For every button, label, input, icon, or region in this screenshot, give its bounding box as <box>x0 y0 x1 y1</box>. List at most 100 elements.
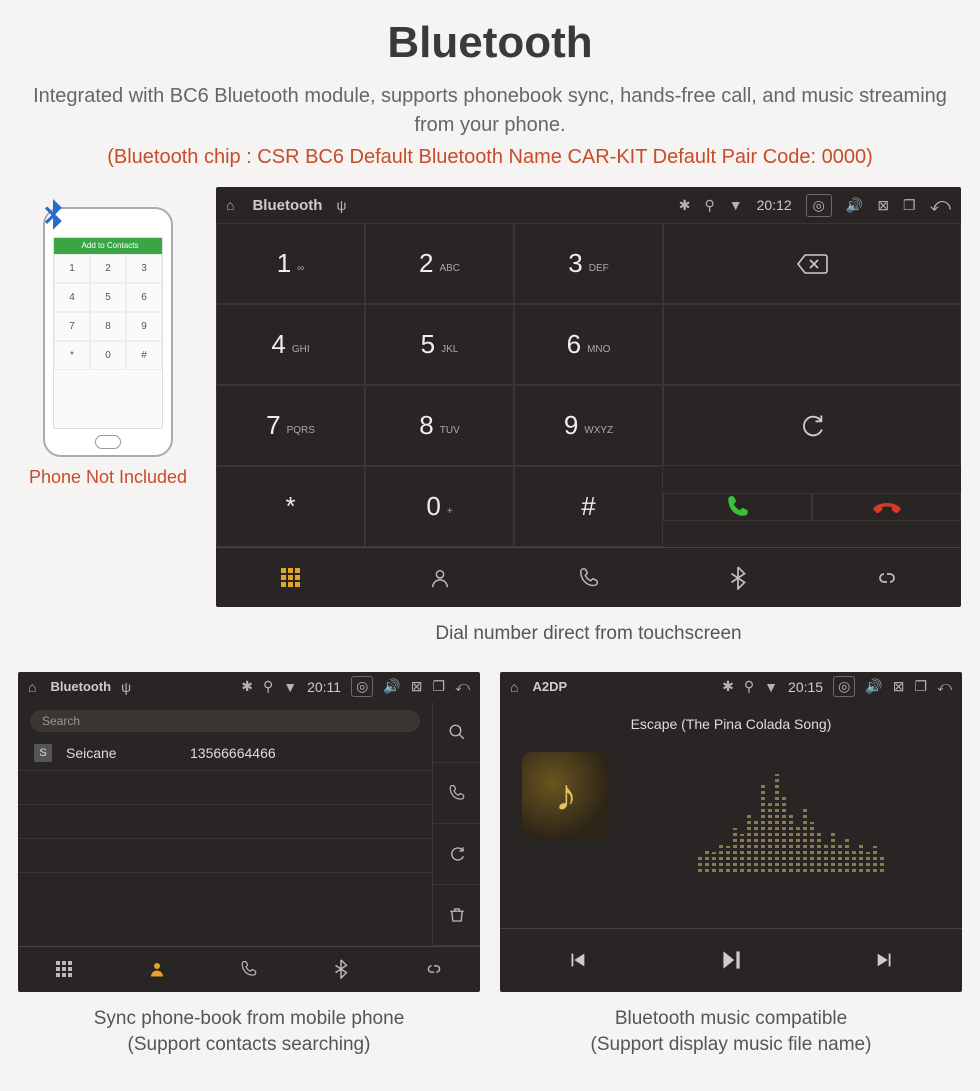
phone-key: 6 <box>126 283 162 312</box>
bluetooth-status-icon: ✱ <box>241 678 253 695</box>
volume-icon[interactable]: 🔊 <box>846 197 863 214</box>
usb-icon: ψ <box>336 197 346 213</box>
phone-key: 3 <box>126 254 162 283</box>
dialer-screen: ⌂ Bluetooth ψ ✱ ⚲ ▼ 20:12 ◎ 🔊 ⊠ ❐ ⤺ 1∞2A… <box>216 187 961 607</box>
phone-mock: Add to Contacts 123456789*0# <box>43 207 173 457</box>
status-bar: ⌂ Bluetooth ψ ✱ ⚲ ▼ 20:12 ◎ 🔊 ⊠ ❐ ⤺ <box>216 187 961 223</box>
hangup-button[interactable] <box>812 493 961 521</box>
contacts-caption: Sync phone-book from mobile phone(Suppor… <box>18 1006 480 1059</box>
bottom-tabs <box>18 946 480 992</box>
wifi-icon: ▼ <box>729 197 743 213</box>
back-icon[interactable]: ⤺ <box>937 678 952 695</box>
keypad: 1∞2ABC3DEF 4GHI5JKL6MNO 7PQRS8TUV9WXYZ *0+# <box>216 223 663 547</box>
screenshot-icon[interactable]: ◎ <box>806 194 832 217</box>
description-text: Integrated with BC6 Bluetooth module, su… <box>18 82 962 140</box>
screenshot-icon[interactable]: ◎ <box>351 676 373 697</box>
wifi-icon: ▼ <box>764 679 778 695</box>
phone-key: 4 <box>54 283 90 312</box>
back-icon[interactable]: ⤺ <box>930 194 951 217</box>
dialer-key-5[interactable]: 5JKL <box>365 304 514 385</box>
volume-icon[interactable]: 🔊 <box>383 678 400 695</box>
phone-not-included-label: Phone Not Included <box>18 467 198 488</box>
dialer-key-6[interactable]: 6MNO <box>514 304 663 385</box>
recent-apps-icon[interactable]: ❐ <box>432 678 445 695</box>
recent-apps-icon[interactable]: ❐ <box>903 197 916 214</box>
screenshot-icon[interactable]: ◎ <box>833 676 855 697</box>
volume-icon[interactable]: 🔊 <box>865 678 882 695</box>
close-icon[interactable]: ⊠ <box>411 678 423 695</box>
album-art-icon: ♪ <box>522 752 610 840</box>
search-input[interactable]: Search <box>30 710 420 732</box>
call-button[interactable] <box>663 493 812 521</box>
close-icon[interactable]: ⊠ <box>893 678 905 695</box>
equalizer-visual <box>640 762 942 872</box>
phone-key: 5 <box>90 283 126 312</box>
dialer-key-3[interactable]: 3DEF <box>514 223 663 304</box>
status-title: Bluetooth <box>252 197 322 214</box>
tab-recents[interactable] <box>203 947 295 992</box>
dialer-key-*[interactable]: * <box>216 466 365 547</box>
dialer-key-8[interactable]: 8TUV <box>365 385 514 466</box>
back-icon[interactable]: ⤺ <box>455 678 470 695</box>
clock: 20:15 <box>788 679 823 695</box>
tab-pair[interactable] <box>812 548 961 607</box>
redial-button[interactable] <box>663 385 961 466</box>
tab-bluetooth[interactable] <box>295 947 387 992</box>
empty-row <box>18 873 432 907</box>
home-icon[interactable]: ⌂ <box>510 679 518 695</box>
dialer-key-4[interactable]: 4GHI <box>216 304 365 385</box>
contact-number: 13566664466 <box>190 745 276 761</box>
bluetooth-status-icon: ✱ <box>722 678 734 695</box>
empty-cell <box>663 304 961 385</box>
empty-row <box>18 805 432 839</box>
play-pause-button[interactable] <box>654 929 808 992</box>
dialer-key-1[interactable]: 1∞ <box>216 223 365 304</box>
dialer-key-0[interactable]: 0+ <box>365 466 514 547</box>
dialer-key-9[interactable]: 9WXYZ <box>514 385 663 466</box>
page-title: Bluetooth <box>18 18 962 68</box>
home-icon[interactable]: ⌂ <box>226 197 234 213</box>
phone-key: * <box>54 341 90 370</box>
phone-column: Add to Contacts 123456789*0# Phone Not I… <box>18 187 198 488</box>
backspace-button[interactable] <box>663 223 961 304</box>
phone-home-button <box>95 435 121 449</box>
dialer-key-7[interactable]: 7PQRS <box>216 385 365 466</box>
phone-key: 1 <box>54 254 90 283</box>
next-track-button[interactable] <box>808 929 962 992</box>
tab-keypad[interactable] <box>216 548 365 607</box>
music-screen: ⌂ A2DP ✱ ⚲ ▼ 20:15 ◎ 🔊 ⊠ ❐ ⤺ Escape (The… <box>500 672 962 992</box>
phone-key: 8 <box>90 312 126 341</box>
sync-icon[interactable] <box>432 824 480 885</box>
tab-contacts[interactable] <box>110 947 202 992</box>
phone-key: 9 <box>126 312 162 341</box>
bottom-tabs <box>216 547 961 607</box>
contact-row[interactable]: S Seicane 13566664466 <box>18 736 432 771</box>
contact-name: Seicane <box>66 745 176 761</box>
empty-row <box>18 771 432 805</box>
bluetooth-status-icon: ✱ <box>679 197 691 214</box>
dialer-caption: Dial number direct from touchscreen <box>216 621 961 648</box>
bluetooth-icon <box>35 199 71 243</box>
dialer-key-#[interactable]: # <box>514 466 663 547</box>
status-title: Bluetooth <box>50 679 111 694</box>
music-controls <box>500 928 962 992</box>
tab-keypad[interactable] <box>18 947 110 992</box>
phone-key: 7 <box>54 312 90 341</box>
clock: 20:12 <box>757 197 792 213</box>
home-icon[interactable]: ⌂ <box>28 679 36 695</box>
search-icon[interactable] <box>432 702 480 763</box>
location-icon: ⚲ <box>263 678 273 695</box>
recent-apps-icon[interactable]: ❐ <box>914 678 927 695</box>
tab-recents[interactable] <box>514 548 663 607</box>
delete-icon[interactable] <box>432 885 480 946</box>
empty-row <box>18 839 432 873</box>
tab-bluetooth[interactable] <box>663 548 812 607</box>
call-icon[interactable] <box>432 763 480 824</box>
close-icon[interactable]: ⊠ <box>877 197 889 214</box>
dialer-key-2[interactable]: 2ABC <box>365 223 514 304</box>
contact-initial-badge: S <box>34 744 52 762</box>
clock: 20:11 <box>307 679 341 695</box>
tab-contacts[interactable] <box>365 548 514 607</box>
prev-track-button[interactable] <box>500 929 654 992</box>
tab-pair[interactable] <box>388 947 480 992</box>
